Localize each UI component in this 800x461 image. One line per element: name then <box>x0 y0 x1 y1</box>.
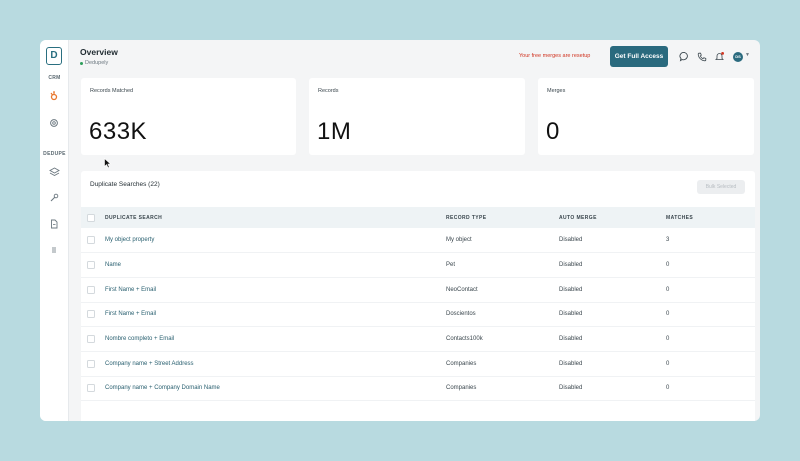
row-checkbox[interactable] <box>87 236 95 245</box>
duplicate-searches-panel: Duplicate Searches (22) Bulk Selected DU… <box>81 171 755 421</box>
select-all-checkbox[interactable] <box>87 213 95 222</box>
card-value: 0 <box>546 118 560 145</box>
column-header[interactable]: MATCHES <box>666 207 755 228</box>
table-row[interactable]: My object property My object Disabled 3 <box>81 228 755 253</box>
search-name-link[interactable]: Nombre completo + Email <box>105 327 446 352</box>
record-type: My object <box>446 237 472 244</box>
auto-merge-status: Disabled <box>559 336 583 343</box>
row-checkbox[interactable] <box>87 310 95 319</box>
search-name-link[interactable]: My object property <box>105 228 446 253</box>
record-type: NeoContact <box>446 286 478 293</box>
crm-label: CRM <box>48 75 61 81</box>
matches-count: 0 <box>666 336 670 343</box>
table-row[interactable]: Company name + Company Domain Name Compa… <box>81 376 755 401</box>
table-row[interactable]: Nombre completo + Email Contacts100k Dis… <box>81 327 755 352</box>
table-row[interactable]: First Name + Email Doscientos Disabled 0 <box>81 302 755 327</box>
logo-icon[interactable]: D <box>46 47 62 65</box>
record-type: Companies <box>446 360 477 367</box>
search-name-link[interactable]: Company name + Company Domain Name <box>105 376 446 401</box>
column-header[interactable]: AUTO MERGE <box>559 207 666 228</box>
record-type: Doscientos <box>446 311 476 318</box>
row-checkbox[interactable] <box>87 285 95 294</box>
duplicate-searches-table: DUPLICATE SEARCH RECORD TYPE AUTO MERGE … <box>81 207 755 401</box>
auto-merge-status: Disabled <box>559 385 583 392</box>
auto-merge-status: Disabled <box>559 360 583 367</box>
tools-icon[interactable] <box>47 191 61 205</box>
row-checkbox[interactable] <box>87 261 95 270</box>
table-row[interactable]: Company name + Street Address Companies … <box>81 351 755 377</box>
card-value: 1M <box>317 118 352 145</box>
card-label: Records Matched <box>90 88 134 94</box>
avatar[interactable]: DS <box>733 52 743 62</box>
auto-merge-status: Disabled <box>559 286 583 293</box>
panel-title: Duplicate Searches (22) <box>90 181 160 188</box>
auto-merge-status: Disabled <box>559 311 583 318</box>
matches-count: 0 <box>666 360 670 367</box>
search-name-link[interactable]: Name <box>105 253 446 278</box>
bulk-selected-button[interactable]: Bulk Selected <box>697 180 745 194</box>
settings-icon[interactable] <box>47 116 61 130</box>
app-window: D CRM DEDUPE Overview Dedupely Your free… <box>40 40 760 421</box>
bell-icon[interactable] <box>714 51 725 62</box>
matches-count: 0 <box>666 385 670 392</box>
column-header[interactable]: DUPLICATE SEARCH <box>105 207 446 228</box>
card-value: 633K <box>89 118 148 145</box>
main-content: Overview Dedupely Your free merges are r… <box>69 40 760 421</box>
card-label: Records <box>318 88 339 94</box>
status-dot <box>80 61 83 65</box>
chevron-down-icon[interactable]: ▼ <box>745 52 750 58</box>
auto-merge-status: Disabled <box>559 262 583 269</box>
search-name-link[interactable]: First Name + Email <box>105 277 446 302</box>
workspace-name: Dedupely <box>85 60 109 66</box>
matches-count: 0 <box>666 262 670 269</box>
matches-count: 0 <box>666 311 670 318</box>
records-card: Records 1M <box>309 78 525 155</box>
list-icon[interactable] <box>47 243 61 257</box>
phone-icon[interactable] <box>696 51 707 62</box>
table-row[interactable]: First Name + Email NeoContact Disabled 0 <box>81 277 755 303</box>
record-type: Pet <box>446 262 456 269</box>
matches-count: 0 <box>666 286 670 293</box>
mouse-pointer-icon <box>104 158 112 169</box>
matches-count: 3 <box>666 237 670 244</box>
page-subtitle: Dedupely <box>80 60 108 66</box>
document-icon[interactable] <box>47 217 61 231</box>
table-header-row: DUPLICATE SEARCH RECORD TYPE AUTO MERGE … <box>81 207 755 228</box>
row-checkbox[interactable] <box>87 384 95 393</box>
merges-card: Merges 0 <box>538 78 754 155</box>
row-checkbox[interactable] <box>87 359 95 368</box>
record-type: Contacts100k <box>446 336 483 343</box>
record-type: Companies <box>446 385 477 392</box>
row-checkbox[interactable] <box>87 335 95 344</box>
layers-icon[interactable] <box>47 165 61 179</box>
search-name-link[interactable]: Company name + Street Address <box>105 351 446 376</box>
search-name-link[interactable]: First Name + Email <box>105 302 446 327</box>
sidebar: D CRM DEDUPE <box>40 40 69 421</box>
records-matched-card: Records Matched 633K <box>81 78 296 155</box>
get-full-access-button[interactable]: Get Full Access <box>610 46 668 67</box>
table-row[interactable]: Name Pet Disabled 0 <box>81 253 755 278</box>
page-title: Overview <box>80 47 118 57</box>
dedupe-label: DEDUPE <box>43 151 66 157</box>
card-label: Merges <box>547 88 566 94</box>
free-merges-notice[interactable]: Your free merges are resetup <box>519 53 590 59</box>
column-header[interactable]: RECORD TYPE <box>446 207 559 228</box>
chat-icon[interactable] <box>679 51 690 62</box>
auto-merge-status: Disabled <box>559 237 583 244</box>
hubspot-icon[interactable] <box>47 89 61 103</box>
